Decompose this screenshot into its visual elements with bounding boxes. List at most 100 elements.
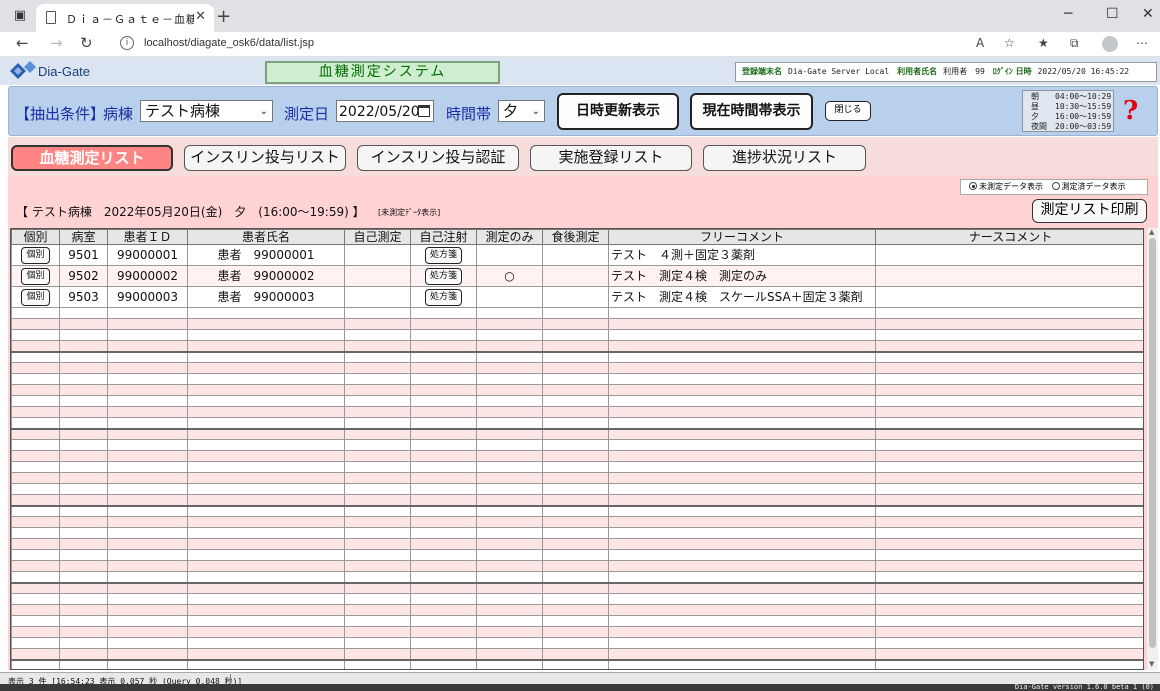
- close-window-icon[interactable]: ✕: [1142, 6, 1154, 22]
- radio-measured[interactable]: [1051, 182, 1060, 190]
- empty-cell: [542, 472, 609, 484]
- empty-cell: [59, 395, 108, 407]
- calendar-icon[interactable]: [418, 105, 430, 117]
- empty-cell: [476, 307, 543, 319]
- read-aloud-icon[interactable]: A: [976, 36, 984, 50]
- table-row[interactable]: 個別 9503 99000003 患者 99000003 処方箋 テスト 測定４…: [11, 286, 1143, 308]
- empty-cell: [187, 395, 345, 407]
- nurse-comment-cell[interactable]: [875, 265, 1143, 287]
- empty-cell: [608, 373, 876, 385]
- empty-cell: [107, 483, 188, 495]
- empty-cell: [187, 439, 345, 451]
- table-row[interactable]: 個別 9501 99000001 患者 99000001 処方箋 テスト ４測＋…: [11, 244, 1143, 266]
- empty-cell: [476, 329, 543, 341]
- scroll-thumb[interactable]: [1149, 238, 1156, 648]
- refresh-datetime-button[interactable]: 日時更新表示: [557, 93, 679, 130]
- prescription-button[interactable]: 処方箋: [424, 289, 462, 306]
- forward-icon[interactable]: →: [50, 34, 63, 52]
- individual-button[interactable]: 個別: [21, 289, 50, 306]
- nurse-comment-cell[interactable]: [875, 286, 1143, 308]
- empty-cell: [608, 395, 876, 407]
- url-text[interactable]: localhost/diagate_osk6/data/list.jsp: [144, 37, 314, 49]
- empty-cell: [608, 527, 876, 539]
- empty-row: [11, 494, 1143, 506]
- empty-row: [11, 604, 1143, 616]
- empty-cell: [11, 329, 60, 341]
- empty-cell: [476, 395, 543, 407]
- nurse-comment-cell[interactable]: [875, 244, 1143, 266]
- radio-measured-label[interactable]: 測定済データ表示: [1062, 182, 1126, 191]
- empty-row: [11, 472, 1143, 484]
- individual-button[interactable]: 個別: [21, 268, 50, 285]
- print-list-button[interactable]: 測定リスト印刷: [1032, 199, 1147, 223]
- tab-actions-icon[interactable]: ▣: [10, 6, 30, 26]
- empty-cell: [875, 560, 1143, 572]
- empty-cell: [875, 329, 1143, 341]
- empty-cell: [59, 483, 108, 495]
- more-menu-icon[interactable]: ⋯: [1136, 36, 1148, 50]
- current-timeslot-button[interactable]: 現在時間帯表示: [690, 93, 813, 130]
- empty-cell: [187, 604, 345, 616]
- empty-cell: [344, 384, 411, 396]
- tab-progress-list[interactable]: 進捗状況リスト: [703, 145, 866, 171]
- empty-cell: [107, 406, 188, 418]
- empty-cell: [875, 340, 1143, 352]
- time-select[interactable]: 夕 ⌄: [498, 100, 545, 122]
- empty-cell: [187, 658, 345, 669]
- ward-select[interactable]: テスト病棟 ⌄: [140, 100, 273, 122]
- list-heading: 【 テスト病棟 2022年05月20日(金) 夕 (16:00～19:59) 】: [16, 205, 365, 219]
- empty-cell: [410, 350, 477, 363]
- empty-cell: [344, 395, 411, 407]
- browser-tab[interactable]: Ｄｉａ－Ｇａｔｅ－血糖測定シ ✕: [36, 4, 214, 32]
- empty-cell: [107, 593, 188, 605]
- empty-row: [11, 461, 1143, 473]
- site-info-icon[interactable]: i: [120, 36, 134, 50]
- empty-cell: [344, 615, 411, 627]
- favorites-icon[interactable]: ★: [1038, 36, 1049, 50]
- empty-row: [11, 560, 1143, 572]
- new-tab-icon[interactable]: +: [216, 6, 231, 27]
- empty-cell: [107, 581, 188, 594]
- scroll-down-icon[interactable]: ▼: [1149, 660, 1154, 668]
- empty-cell: [59, 560, 108, 572]
- measure-only-cell: [476, 244, 543, 266]
- table-scrollbar[interactable]: ▲ ▼: [1147, 228, 1158, 670]
- tab-insulin-auth[interactable]: インスリン投与認証: [357, 145, 519, 171]
- back-icon[interactable]: ←: [16, 34, 29, 52]
- tab-implementation-list[interactable]: 実施登録リスト: [530, 145, 692, 171]
- empty-cell: [344, 637, 411, 649]
- prescription-button[interactable]: 処方箋: [424, 268, 462, 285]
- empty-cell: [187, 350, 345, 363]
- close-button[interactable]: 閉じる: [825, 101, 871, 121]
- empty-cell: [107, 472, 188, 484]
- tab-glucose-list[interactable]: 血糖測定リスト: [11, 145, 173, 171]
- empty-cell: [410, 417, 477, 429]
- prescription-button[interactable]: 処方箋: [424, 247, 462, 264]
- profile-avatar[interactable]: [1102, 36, 1118, 52]
- radio-unmeasured-label[interactable]: 未測定データ表示: [979, 182, 1043, 191]
- empty-row: [11, 483, 1143, 495]
- empty-cell: [11, 560, 60, 572]
- empty-cell: [344, 340, 411, 352]
- maximize-icon[interactable]: ☐: [1106, 6, 1119, 22]
- add-favorite-icon[interactable]: ☆: [1004, 36, 1015, 50]
- minimize-icon[interactable]: ─: [1064, 6, 1072, 22]
- radio-unmeasured[interactable]: [969, 182, 977, 190]
- empty-cell: [410, 329, 477, 341]
- empty-cell: [410, 494, 477, 506]
- reload-icon[interactable]: ↻: [80, 34, 93, 52]
- scroll-up-icon[interactable]: ▲: [1149, 228, 1154, 236]
- empty-row: [11, 384, 1143, 396]
- help-icon[interactable]: ?: [1123, 96, 1138, 126]
- empty-cell: [608, 494, 876, 506]
- collections-icon[interactable]: ⧉: [1070, 36, 1079, 51]
- empty-cell: [875, 571, 1143, 583]
- table-row[interactable]: 個別 9502 99000002 患者 99000002 処方箋 ○ テスト 測…: [11, 265, 1143, 287]
- tab-insulin-list[interactable]: インスリン投与リスト: [184, 145, 346, 171]
- empty-cell: [476, 494, 543, 506]
- individual-button[interactable]: 個別: [21, 247, 50, 264]
- date-input[interactable]: 2022/05/20: [336, 100, 434, 122]
- address-bar[interactable]: i localhost/diagate_osk6/data/list.jsp: [108, 34, 968, 54]
- close-tab-icon[interactable]: ✕: [195, 9, 206, 24]
- measure-only-cell: ○: [476, 265, 543, 287]
